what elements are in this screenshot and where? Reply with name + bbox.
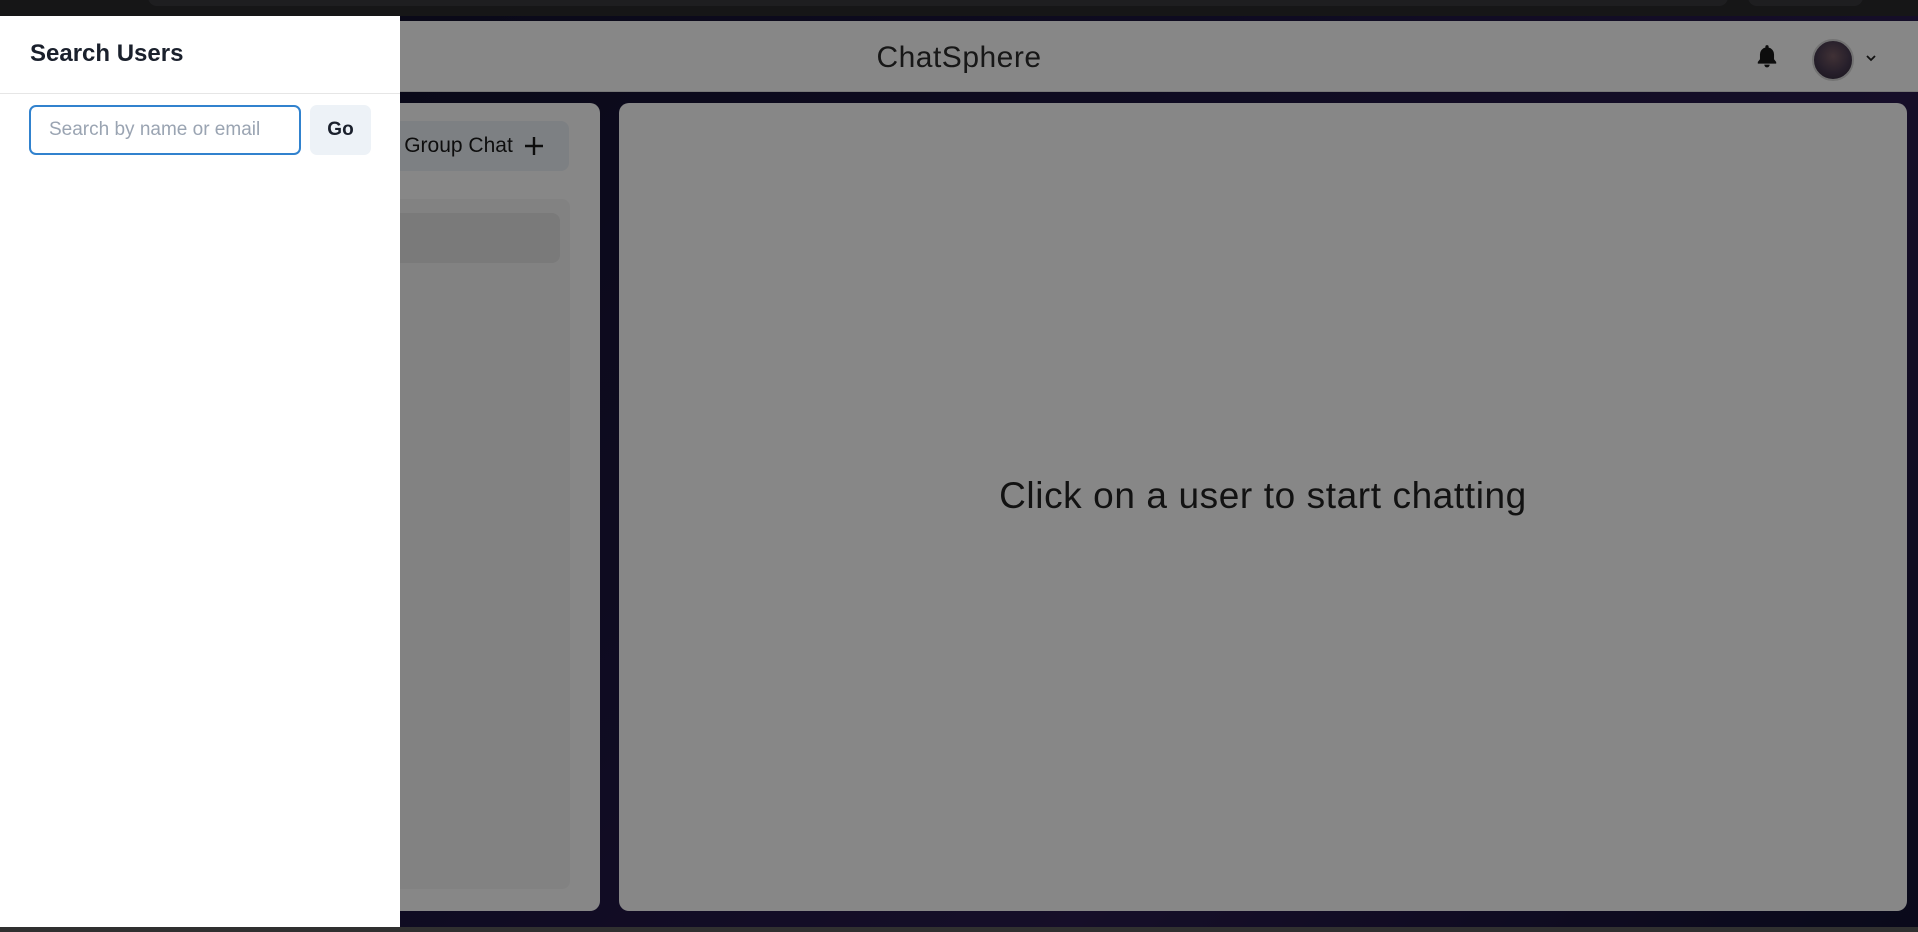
search-row: Go bbox=[29, 105, 371, 155]
go-button[interactable]: Go bbox=[310, 105, 371, 155]
search-users-drawer: Search Users Go bbox=[0, 16, 400, 927]
taskbar-strip bbox=[0, 927, 1918, 932]
drawer-title: Search Users bbox=[0, 16, 400, 94]
search-input[interactable] bbox=[29, 105, 301, 155]
